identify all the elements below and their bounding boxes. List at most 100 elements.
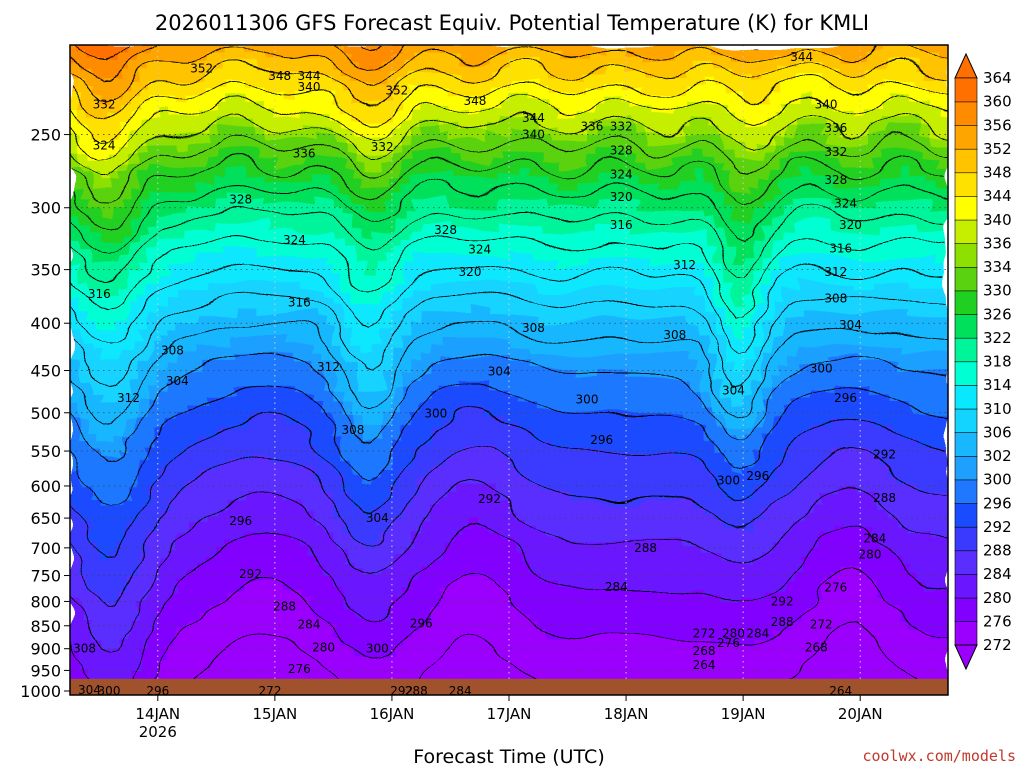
field-cell [518, 280, 530, 290]
field-cell [411, 475, 422, 485]
field-cell [401, 158, 413, 168]
field-cell [655, 288, 666, 298]
field-cell [440, 638, 452, 647]
field-cell [616, 475, 627, 485]
field-cell [343, 500, 354, 509]
field-cell [596, 288, 608, 298]
field-cell [655, 85, 666, 95]
field-cell [567, 646, 578, 655]
field-cell [274, 199, 286, 209]
field-cell [469, 581, 481, 590]
field-cell [89, 394, 100, 404]
field-cell [128, 605, 139, 615]
field-cell [479, 280, 491, 290]
field-cell [343, 175, 354, 184]
field-cell [362, 394, 374, 404]
field-cell [216, 418, 227, 428]
field-cell [577, 662, 588, 672]
field-cell [70, 670, 81, 680]
field-cell [509, 296, 520, 306]
field-cell [635, 662, 647, 672]
field-cell [157, 589, 169, 599]
field-cell [70, 321, 81, 330]
field-cell [79, 248, 91, 257]
field-cell [440, 426, 452, 436]
field-cell [557, 621, 569, 631]
field-cell [499, 223, 510, 233]
field-cell [235, 435, 247, 444]
field-cell [635, 435, 647, 444]
field-cell [109, 491, 120, 501]
field-cell [557, 394, 569, 404]
field-cell [70, 621, 81, 631]
field-cell [313, 654, 325, 664]
field-cell [187, 516, 198, 525]
field-cell [265, 394, 276, 404]
field-cell [352, 491, 364, 501]
field-cell [567, 475, 578, 485]
field-cell [284, 508, 295, 517]
field-cell [313, 215, 325, 225]
field-cell [138, 573, 149, 582]
field-cell [265, 370, 276, 379]
field-cell [118, 459, 130, 469]
field-cell [157, 467, 169, 477]
field-cell [450, 150, 461, 160]
field-cell [674, 207, 686, 217]
field-cell [255, 45, 266, 54]
field-cell [401, 646, 413, 655]
field-cell [606, 288, 617, 298]
field-cell [587, 500, 598, 509]
field-cell [645, 45, 656, 54]
field-cell [674, 101, 686, 111]
field-cell [274, 613, 286, 623]
field-cell [372, 565, 383, 574]
field-cell [99, 621, 110, 631]
field-cell [450, 500, 461, 509]
field-cell [235, 69, 247, 79]
field-cell [538, 475, 549, 485]
field-cell [118, 337, 130, 347]
field-cell [411, 500, 422, 509]
field-cell [528, 199, 539, 209]
field-cell [265, 223, 276, 233]
field-cell [265, 670, 276, 680]
field-cell [548, 508, 559, 517]
field-cell [70, 475, 81, 485]
field-cell [391, 386, 403, 395]
field-cell [606, 280, 617, 290]
field-cell [79, 394, 91, 404]
field-cell [567, 443, 578, 452]
field-cell [255, 410, 266, 420]
field-cell [430, 646, 442, 655]
field-cell [109, 646, 120, 655]
field-cell [177, 313, 188, 322]
field-cell [450, 630, 461, 639]
field-cell [372, 370, 383, 379]
field-cell [616, 240, 627, 249]
field-cell [665, 581, 676, 590]
field-cell [635, 248, 647, 257]
field-cell [518, 183, 530, 192]
field-cell [518, 646, 530, 655]
field-cell [626, 670, 637, 680]
field-cell [655, 183, 666, 192]
field-cell [255, 69, 266, 79]
field-cell [304, 451, 315, 460]
field-cell [665, 491, 676, 501]
field-cell [196, 491, 208, 501]
field-cell [577, 516, 588, 525]
field-cell [645, 638, 656, 647]
field-cell [616, 435, 627, 444]
field-cell [518, 589, 530, 599]
field-cell [567, 361, 578, 371]
field-cell [401, 313, 413, 322]
field-cell [235, 556, 247, 566]
field-cell [499, 475, 510, 485]
field-cell [401, 548, 413, 558]
field-cell [255, 207, 266, 217]
field-cell [284, 370, 295, 379]
field-cell [401, 483, 413, 493]
field-cell [89, 353, 100, 363]
field-cell [548, 500, 559, 509]
